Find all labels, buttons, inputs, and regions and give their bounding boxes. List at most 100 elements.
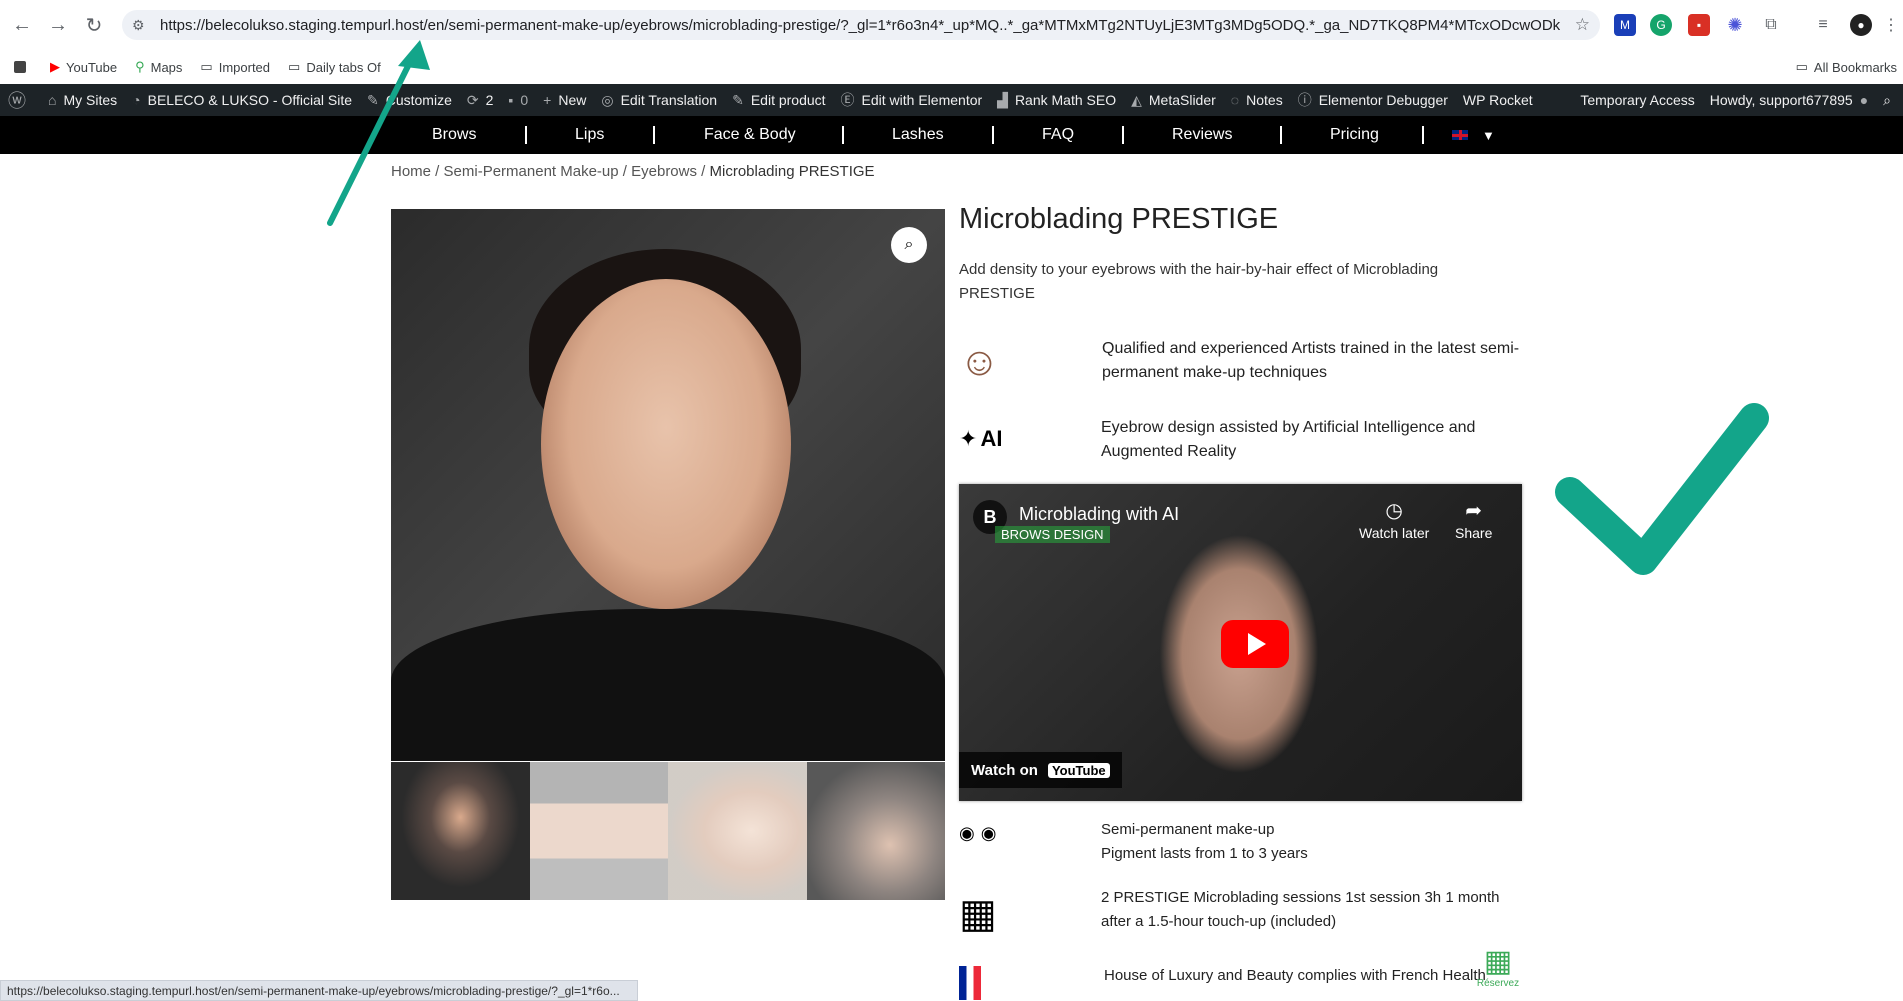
- url-text[interactable]: https://belecolukso.staging.tempurl.host…: [160, 17, 1560, 34]
- main-navigation: Brows Lips Face & Body Lashes FAQ Review…: [0, 116, 1903, 154]
- admin-wp-rocket[interactable]: WP Rocket: [1463, 92, 1533, 108]
- eyelashes-icon: ◉◉: [959, 822, 1003, 843]
- browser-menu-icon[interactable]: ⋮: [1880, 14, 1902, 36]
- info-icon: ⓘ: [1297, 92, 1312, 108]
- bookmark-maps[interactable]: ⚲ Maps: [135, 59, 182, 75]
- bookmark-youtube[interactable]: ▶ YouTube: [50, 59, 117, 75]
- product-thumbnails: [391, 762, 945, 900]
- breadcrumb-subcategory[interactable]: Eyebrows: [631, 163, 697, 180]
- admin-site-name[interactable]: ◔ BELECO & LUKSO - Official Site: [132, 92, 352, 108]
- map-pin-icon: ⚲: [135, 59, 145, 74]
- product-main-image[interactable]: ⌕: [391, 209, 945, 761]
- grammarly-icon[interactable]: G: [1650, 14, 1672, 36]
- extensions-puzzle-icon[interactable]: ⧉: [1760, 14, 1782, 36]
- reload-icon[interactable]: ↻: [80, 11, 108, 39]
- back-icon[interactable]: ←: [8, 11, 36, 39]
- folder-icon: ▭: [1795, 59, 1808, 74]
- admin-temporary-access[interactable]: Temporary Access: [1580, 92, 1694, 108]
- zoom-magnifier-icon[interactable]: ⌕: [891, 227, 927, 263]
- nav-separator: [525, 126, 527, 144]
- bookmark-daily-tabs[interactable]: ▭ Daily tabs Of: [288, 59, 381, 75]
- admin-notes[interactable]: ◌ Notes: [1231, 92, 1283, 108]
- admin-updates[interactable]: ⟳ 2: [467, 92, 494, 109]
- product-description: Add density to your eyebrows with the ha…: [959, 261, 1439, 302]
- uk-flag-icon: [1452, 130, 1468, 140]
- forward-icon[interactable]: →: [44, 11, 72, 39]
- extension-red-icon[interactable]: ▪: [1688, 14, 1710, 36]
- breadcrumb-home[interactable]: Home: [391, 163, 431, 180]
- admin-elementor-debugger[interactable]: ⓘ Elementor Debugger: [1298, 90, 1448, 110]
- bookmarks-bar: ▶ YouTube ⚲ Maps ▭ Imported ▭ Daily tabs Of …: [0, 50, 1903, 84]
- feature-semi-permanent: ◉◉ Semi-permanent make-up Pigment lasts f…: [959, 818, 1519, 870]
- comment-icon: ▪: [508, 92, 514, 108]
- video-title[interactable]: Microblading with AI: [1019, 504, 1179, 525]
- youtube-icon: ▶: [50, 59, 60, 74]
- browser-toolbar: ← → ↻ ⚙ https://belecolukso.staging.temp…: [0, 0, 1903, 50]
- nav-separator: [1422, 126, 1424, 144]
- admin-search-icon[interactable]: ⌕: [1883, 92, 1891, 109]
- status-bar-url: https://belecolukso.staging.tempurl.host…: [0, 980, 638, 1001]
- thumbnail-4[interactable]: [806, 762, 945, 900]
- site-info-icon[interactable]: ⚙: [132, 17, 154, 34]
- nav-separator: [653, 126, 655, 144]
- calendar-icon: ▦: [1483, 945, 1513, 978]
- apps-icon[interactable]: [14, 61, 32, 73]
- admin-edit-product[interactable]: ✎ Edit product: [732, 92, 825, 109]
- language-switcher[interactable]: ▼: [1452, 116, 1495, 154]
- extension-star-icon[interactable]: ✺: [1724, 14, 1746, 36]
- share-button[interactable]: ➦ Share: [1455, 498, 1492, 541]
- thumbnail-1[interactable]: [391, 762, 530, 900]
- nav-reviews[interactable]: Reviews: [1172, 116, 1232, 154]
- browser-chrome: ← → ↻ ⚙ https://belecolukso.staging.temp…: [0, 0, 1903, 84]
- address-bar[interactable]: ⚙ https://belecolukso.staging.tempurl.ho…: [122, 10, 1600, 40]
- profile-avatar[interactable]: ●: [1850, 14, 1872, 36]
- admin-howdy[interactable]: Howdy, support677895 ●: [1710, 92, 1868, 108]
- feature-artists: ☺ Qualified and experienced Artists trai…: [959, 337, 1519, 393]
- clock-icon: ◷: [1385, 500, 1403, 522]
- thumbnail-2[interactable]: [529, 762, 668, 900]
- admin-rank-math[interactable]: ▟ Rank Math SEO: [997, 92, 1116, 109]
- nav-lashes[interactable]: Lashes: [892, 116, 944, 154]
- nav-separator: [992, 126, 994, 144]
- malwarebytes-icon[interactable]: M: [1614, 14, 1636, 36]
- thumbnail-3[interactable]: [668, 762, 807, 900]
- nav-pricing[interactable]: Pricing: [1330, 116, 1379, 154]
- nav-faq[interactable]: FAQ: [1042, 116, 1074, 154]
- translate-icon: ◎: [601, 91, 614, 108]
- bookmark-star-icon[interactable]: ☆: [1575, 15, 1590, 35]
- reserve-calendar-button[interactable]: ▦ Réservez: [1474, 946, 1522, 992]
- admin-customize[interactable]: ✎ Customize: [367, 92, 452, 109]
- media-control-icon[interactable]: ≡: [1812, 14, 1834, 36]
- wordpress-logo-icon[interactable]: ⓦ: [8, 87, 33, 113]
- play-button[interactable]: [1221, 620, 1289, 668]
- admin-comments[interactable]: ▪ 0: [508, 92, 528, 108]
- feature-ai: ✦ AI Eyebrow design assisted by Artificia…: [959, 414, 1519, 470]
- admin-edit-elementor[interactable]: Ⓔ Edit with Elementor: [841, 90, 983, 110]
- all-bookmarks[interactable]: ▭ All Bookmarks: [1796, 59, 1897, 75]
- nav-face-body[interactable]: Face & Body: [704, 116, 796, 154]
- wp-admin-bar: ⓦ ⌂ My Sites ◔ BELECO & LUKSO - Official S…: [0, 84, 1903, 116]
- updates-icon: ⟳: [466, 91, 479, 108]
- watch-on-youtube-button[interactable]: Watch on YouTube: [959, 752, 1122, 788]
- nav-lips[interactable]: Lips: [575, 116, 604, 154]
- watch-later-button[interactable]: ◷ Watch later: [1359, 498, 1429, 541]
- bookmark-imported[interactable]: ▭ Imported: [200, 59, 270, 75]
- nav-separator: [842, 126, 844, 144]
- breadcrumb: Home / Semi-Permanent Make-up / Eyebrows…: [391, 163, 875, 180]
- nav-brows[interactable]: Brows: [432, 116, 476, 154]
- calendar-clock-icon: ▦: [959, 892, 997, 936]
- brush-icon: ✎: [367, 91, 379, 108]
- video-subtitle: BROWS DESIGN: [995, 526, 1110, 543]
- admin-my-sites[interactable]: ⌂ My Sites: [48, 92, 117, 108]
- admin-new[interactable]: + New: [543, 92, 586, 108]
- youtube-video-embed[interactable]: B Microblading with AI BROWS DESIGN ◷ Wat…: [959, 484, 1522, 801]
- pencil-icon: ✎: [732, 91, 744, 108]
- user-icon: ●: [1859, 92, 1869, 108]
- ai-sparkle-icon: ✦ AI: [959, 426, 1003, 451]
- notes-icon: ◌: [1230, 92, 1240, 108]
- home-icon: ⌂: [48, 92, 57, 108]
- breadcrumb-category[interactable]: Semi-Permanent Make-up: [444, 163, 619, 180]
- share-icon: ➦: [1465, 500, 1483, 522]
- admin-metaslider[interactable]: ◭ MetaSlider: [1131, 92, 1216, 109]
- admin-edit-translation[interactable]: ◎ Edit Translation: [601, 92, 717, 109]
